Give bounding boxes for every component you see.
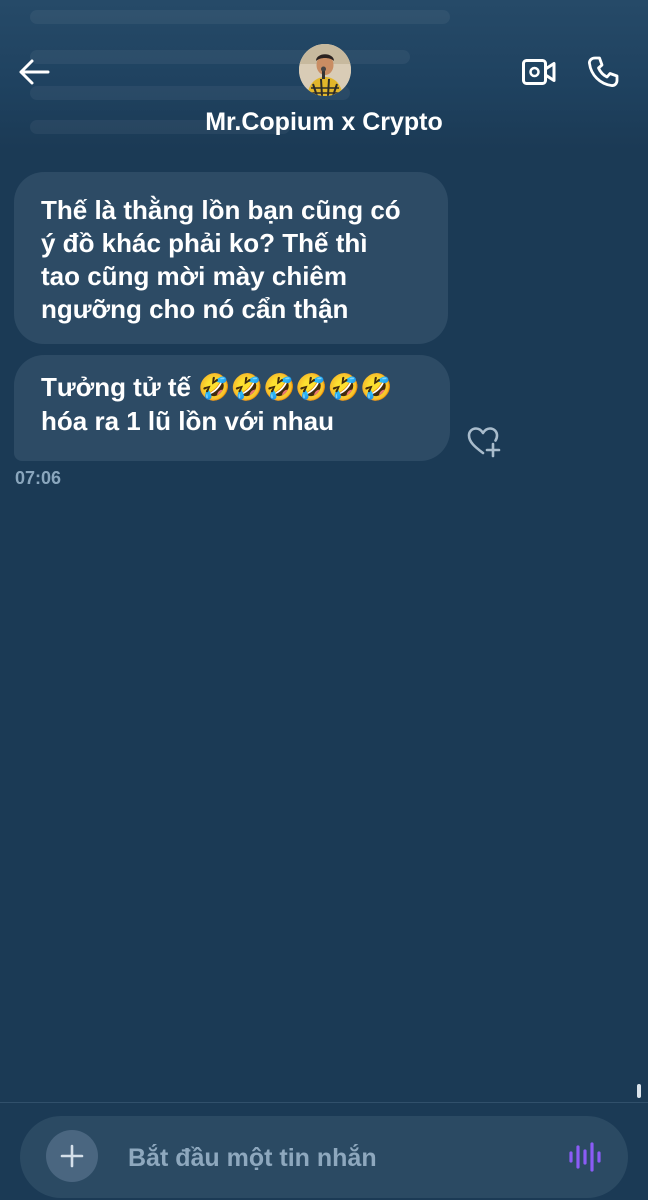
contact-name[interactable]: Mr.Copium x Crypto (0, 108, 648, 137)
message-bubble[interactable]: Tưởng tử tế 🤣🤣🤣🤣🤣🤣 hóa ra 1 lũ lồn với n… (14, 355, 450, 461)
voice-wave-icon (569, 1142, 601, 1172)
phone-icon (588, 56, 619, 87)
message-composer (20, 1116, 628, 1198)
avatar[interactable] (299, 44, 351, 96)
conversation-header: Mr.Copium x Crypto (0, 0, 648, 150)
message-input[interactable] (126, 1134, 550, 1182)
voice-message-button[interactable] (566, 1140, 604, 1174)
plus-icon (60, 1144, 84, 1168)
message-text: Thế là thằng lồn bạn cũng có ý đồ khác p… (41, 195, 401, 324)
arrow-left-icon (19, 59, 50, 85)
avatar-image (299, 44, 351, 96)
composer-divider (0, 1102, 648, 1103)
add-reaction-button[interactable] (464, 424, 502, 460)
scrollbar-thumb[interactable] (637, 1084, 641, 1098)
back-button[interactable] (14, 52, 54, 92)
laughing-emoji-sequence: 🤣🤣🤣🤣🤣🤣 (198, 373, 393, 403)
heart-plus-icon (467, 427, 501, 458)
message-text-line: hóa ra 1 lũ lồn với nhau (41, 406, 334, 436)
message-bubble[interactable]: Thế là thằng lồn bạn cũng có ý đồ khác p… (14, 172, 448, 344)
video-call-button[interactable] (518, 52, 560, 92)
message-text: Tưởng tử tế 🤣🤣🤣🤣🤣🤣 (41, 371, 432, 405)
video-camera-icon (522, 59, 556, 85)
voice-call-button[interactable] (582, 52, 624, 92)
message-timestamp: 07:06 (15, 468, 62, 488)
message-text-part: Tưởng tử tế (41, 372, 199, 402)
add-attachment-button[interactable] (46, 1130, 98, 1182)
